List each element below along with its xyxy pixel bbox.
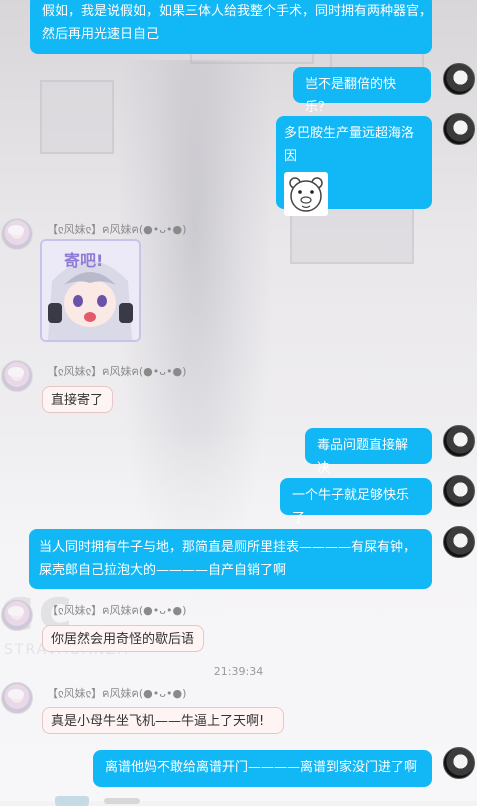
sender-name: 【ჺ风妹ჺ】ฅ风妹ฅ(●•ᴗ•●) bbox=[47, 604, 187, 617]
anime-girl-sticker[interactable]: 寄吧! bbox=[40, 239, 141, 342]
self-avatar[interactable] bbox=[443, 475, 475, 507]
message-bubble-self[interactable]: 离谱他妈不敢给离谱开门————离谱到家没门进了啊 bbox=[93, 750, 432, 787]
message-text-line: 屎壳郎自己拉泡大的————自产自销了啊 bbox=[39, 563, 287, 578]
self-avatar[interactable] bbox=[443, 63, 475, 95]
contact-avatar[interactable] bbox=[1, 218, 33, 250]
message-bubble-self[interactable]: 假如，我是说假如，如果三体人给我整个手术，同时拥有两种器官， 然后再用光速日自己 bbox=[30, 0, 432, 54]
bear-meme-sticker[interactable] bbox=[284, 172, 328, 216]
message-bubble-contact[interactable]: 真是小母牛坐飞机——牛逼上了天啊! bbox=[42, 707, 284, 734]
message-text-line: 当人同时拥有牛子与地，那简直是厕所里挂表————有屎有钟， bbox=[39, 540, 417, 555]
next-message-preview bbox=[104, 798, 140, 804]
self-avatar[interactable] bbox=[443, 526, 475, 558]
contact-avatar[interactable] bbox=[1, 599, 33, 631]
self-avatar[interactable] bbox=[443, 113, 475, 145]
message-text-line: 假如，我是说假如，如果三体人给我整个手术，同时拥有两种器官， bbox=[42, 4, 433, 19]
sticker-caption: 寄吧! bbox=[64, 251, 104, 270]
sender-name: 【ჺ风妹ჺ】ฅ风妹ฅ(●•ᴗ•●) bbox=[47, 223, 187, 236]
message-text: 真是小母牛坐飞机——牛逼上了天啊! bbox=[51, 714, 265, 729]
message-bubble-self[interactable]: 一个牛子就足够快乐了 bbox=[280, 478, 432, 526]
contact-avatar[interactable] bbox=[1, 682, 33, 714]
message-bubble-contact[interactable]: 你居然会用奇怪的歇后语 bbox=[42, 625, 204, 652]
message-text-line: 然后再用光速日自己 bbox=[42, 27, 160, 42]
message-text: 多巴胺生产量远超海洛因 bbox=[284, 126, 415, 164]
contact-avatar[interactable] bbox=[1, 360, 33, 392]
self-avatar[interactable] bbox=[443, 747, 475, 779]
message-bubble-self[interactable]: 多巴胺生产量远超海洛因 bbox=[276, 116, 432, 216]
message-text: 离谱他妈不敢给离谱开门————离谱到家没门进了啊 bbox=[105, 760, 418, 775]
next-message-preview bbox=[55, 796, 89, 806]
self-avatar[interactable] bbox=[443, 425, 475, 457]
sender-name: 【ჺ风妹ჺ】ฅ风妹ฅ(●•ᴗ•●) bbox=[47, 687, 187, 700]
message-text: 直接寄了 bbox=[51, 393, 104, 408]
message-bubble-self[interactable]: 当人同时拥有牛子与地，那简直是厕所里挂表————有屎有钟， 屎壳郎自己拉泡大的—… bbox=[29, 529, 432, 589]
message-timestamp: 21:39:34 bbox=[213, 665, 264, 678]
message-bubble-self[interactable]: 岂不是翻倍的快乐？ bbox=[293, 67, 431, 115]
message-text: 你居然会用奇怪的歇后语 bbox=[51, 632, 195, 647]
message-bubble-contact[interactable]: 直接寄了 bbox=[42, 386, 113, 413]
message-bubble-self[interactable]: 毒品问题直接解决 bbox=[305, 428, 432, 476]
sender-name: 【ჺ风妹ჺ】ฅ风妹ฅ(●•ᴗ•●) bbox=[47, 365, 187, 378]
